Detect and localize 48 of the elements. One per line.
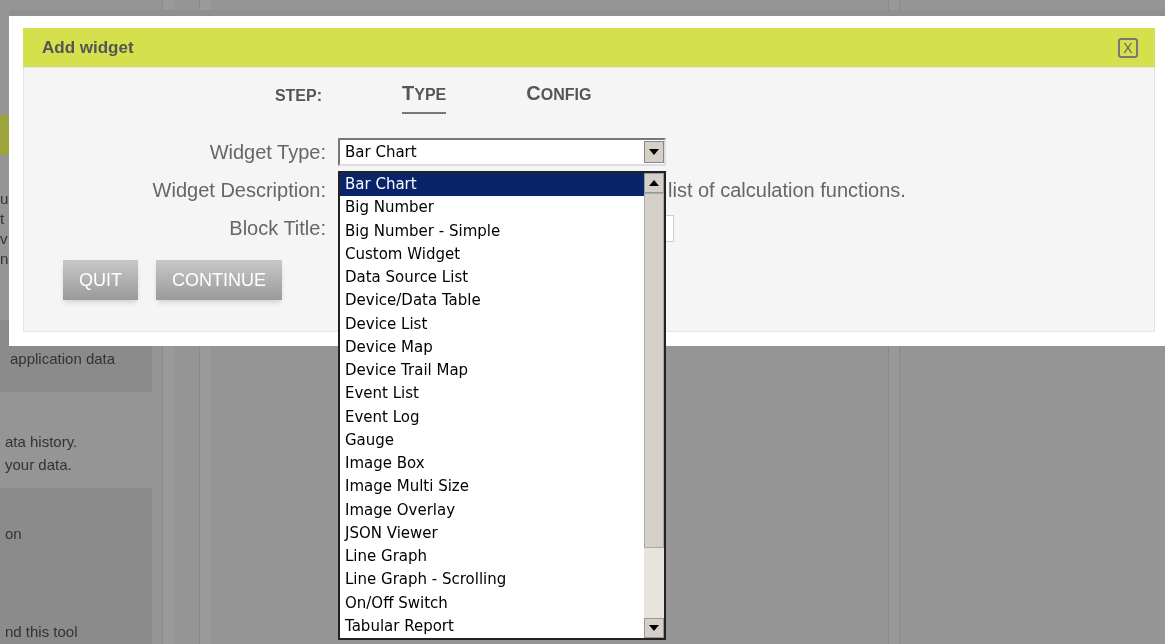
scroll-up-button[interactable] bbox=[644, 173, 664, 193]
dropdown-option[interactable]: On/Off Switch bbox=[340, 591, 644, 615]
dropdown-option[interactable]: Device Map bbox=[340, 335, 644, 359]
caret-icon bbox=[649, 149, 659, 155]
description-text: list of calculation functions. bbox=[668, 178, 906, 203]
dropdown-option[interactable]: Image Multi Size bbox=[340, 475, 644, 499]
widget-type-select[interactable]: Bar Chart bbox=[338, 138, 666, 166]
close-button[interactable]: X bbox=[1118, 37, 1138, 58]
dropdown-option[interactable]: Image Overlay bbox=[340, 498, 644, 522]
dropdown-option[interactable]: Device/Data Table bbox=[340, 289, 644, 313]
text-fragment: ata history. bbox=[5, 432, 79, 452]
dropdown-arrow-button[interactable] bbox=[644, 141, 664, 163]
dropdown-option[interactable]: Gauge bbox=[340, 428, 644, 452]
dropdown-option[interactable]: Custom Widget bbox=[340, 242, 644, 266]
dropdown-option[interactable]: Big Number bbox=[340, 196, 644, 220]
dropdown-option[interactable]: Image Box bbox=[340, 452, 644, 476]
text-fragment: u bbox=[0, 190, 10, 208]
field-label: Block Title: bbox=[228, 216, 326, 241]
scrollbar[interactable] bbox=[644, 173, 664, 638]
header-strip bbox=[0, 115, 10, 155]
dropdown-option[interactable]: Data Source List bbox=[340, 266, 644, 290]
dialog-title: Add widget bbox=[42, 36, 134, 59]
dropdown-option[interactable]: Big Number - Simple bbox=[340, 219, 644, 243]
text-fragment: n bbox=[0, 250, 10, 268]
scroll-down-button[interactable] bbox=[644, 618, 664, 638]
dropdown-option[interactable]: Device Trail Map bbox=[340, 359, 644, 383]
dropdown-option[interactable]: Device List bbox=[340, 312, 644, 336]
caret-icon bbox=[649, 180, 659, 186]
text-fragment: v bbox=[0, 230, 9, 248]
dropdown-option[interactable]: Line Graph - Scrolling bbox=[340, 568, 644, 592]
field-label: Widget Description: bbox=[151, 178, 326, 203]
dropdown-option[interactable]: Event List bbox=[340, 382, 644, 406]
caret-icon bbox=[649, 625, 659, 631]
step-tab[interactable]: TYPE bbox=[402, 78, 447, 114]
text-fragment: your data. bbox=[5, 455, 73, 475]
dropdown-option[interactable]: Event Log bbox=[340, 405, 644, 429]
field-label: Widget Type: bbox=[208, 140, 326, 165]
step-label: STEP: bbox=[273, 86, 322, 106]
text-fragment: t bbox=[0, 210, 6, 228]
text-fragment: application data bbox=[10, 349, 117, 369]
dropdown-option[interactable]: Bar Chart bbox=[340, 173, 644, 197]
text-fragment: on bbox=[5, 524, 23, 544]
scroll-thumb[interactable] bbox=[644, 193, 664, 548]
dropdown-option[interactable]: Tabular Report bbox=[340, 614, 644, 638]
step-tab[interactable]: CONFIG bbox=[526, 78, 592, 114]
text-fragment: nd this tool bbox=[5, 621, 79, 642]
dropdown-option[interactable]: JSON Viewer bbox=[340, 521, 644, 545]
dropdown-option[interactable]: Line Graph bbox=[340, 545, 644, 569]
